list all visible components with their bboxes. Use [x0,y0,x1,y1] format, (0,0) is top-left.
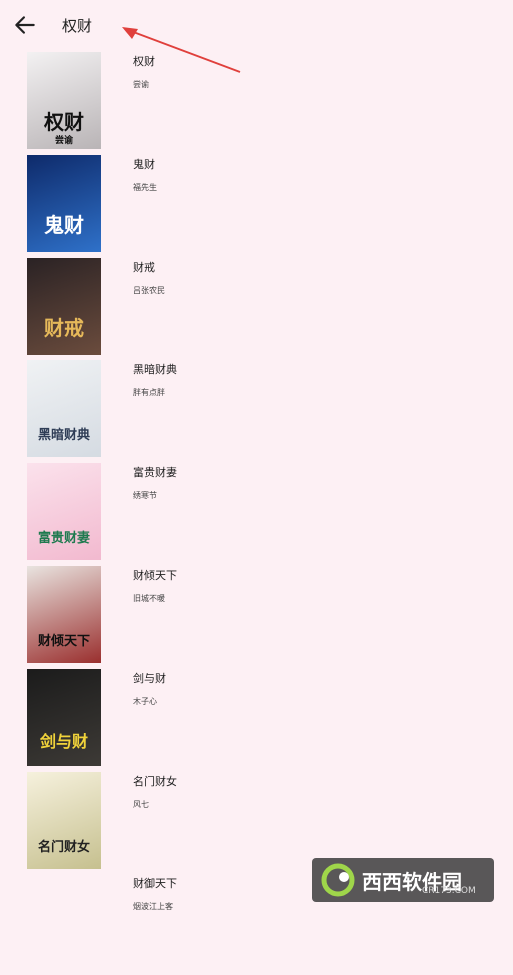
book-author: 木子心 [133,696,157,706]
book-cover[interactable]: 富贵财妻 [27,463,101,561]
book-cover-title: 黑暗财典 [37,428,90,444]
book-author: 绣寒节 [133,491,157,501]
book-title: 财倾天下 [133,568,177,582]
book-cover[interactable]: 权财 尝谕 [27,52,101,149]
book-cover-author: 尝谕 [54,136,73,146]
book-list: 权财 尝谕 权财 尝谕 鬼财 鬼财 福先生 财戒 财戒 吕张农民 黑暗财典 黑暗财典 胖有点胖 富贵财妻富… [0,50,513,975]
book-cover[interactable]: 财倾天下 [27,565,101,663]
book-list-item[interactable]: 黑暗财典 黑暗财典 胖有点胖 [0,358,513,461]
book-author: 风七 [133,799,149,809]
book-author: 旧城不暖 [133,593,165,603]
book-list-item[interactable]: 名门财女 名门财女 风七 [0,770,513,873]
book-author: 尝谕 [133,80,149,89]
book-author: 胖有点胖 [133,388,165,398]
book-cover-title: 名门财女 [37,839,90,855]
watermark-subtext: CR173.COM [422,886,476,896]
book-cover[interactable]: 剑与财 [27,668,101,766]
book-list-item[interactable]: 财戒 财戒 吕张农民 [0,256,513,359]
book-author: 吕张农民 [133,285,165,295]
book-cover-title: 剑与财 [39,731,88,751]
book-title: 财戒 [133,260,155,274]
watermark: 西西软件园 CR173.COM [312,858,494,902]
book-title: 鬼财 [133,157,155,171]
book-title: 名门财女 [133,774,177,788]
book-title: 权财 [133,55,155,68]
book-list-item[interactable]: 鬼财 鬼财 福先生 [0,153,513,256]
book-list-item[interactable]: 权财 尝谕 权财 尝谕 [0,50,513,153]
book-cover[interactable]: 黑暗财典 [27,360,101,458]
book-cover-title: 财倾天下 [37,633,90,649]
book-cover[interactable]: 鬼财 [27,154,101,252]
book-cover[interactable]: 财戒 [27,257,101,355]
book-title: 黑暗财典 [133,363,177,377]
book-author: 烟波江上客 [133,902,173,912]
page-title: 权财 [62,17,93,35]
top-bar: 权财 [0,0,513,50]
book-title: 财御天下 [133,877,177,891]
book-title: 富贵财妻 [133,466,177,480]
book-list-item[interactable]: 富贵财妻 富贵财妻 绣寒节 [0,461,513,564]
book-cover[interactable]: 名门财女 [27,771,101,869]
watermark-logo-icon [321,863,355,897]
book-cover-title: 鬼财 [44,212,84,237]
book-author: 福先生 [133,182,157,192]
book-list-item[interactable]: 剑与财 剑与财 木子心 [0,667,513,770]
book-cover-title: 富贵财妻 [37,531,90,547]
book-cover-title: 权财 [44,110,84,134]
back-arrow-icon[interactable] [12,12,38,38]
book-cover-title: 财戒 [44,315,84,340]
book-list-item[interactable]: 财倾天下 财倾天下 旧城不暖 [0,564,513,667]
book-title: 剑与财 [133,671,166,685]
